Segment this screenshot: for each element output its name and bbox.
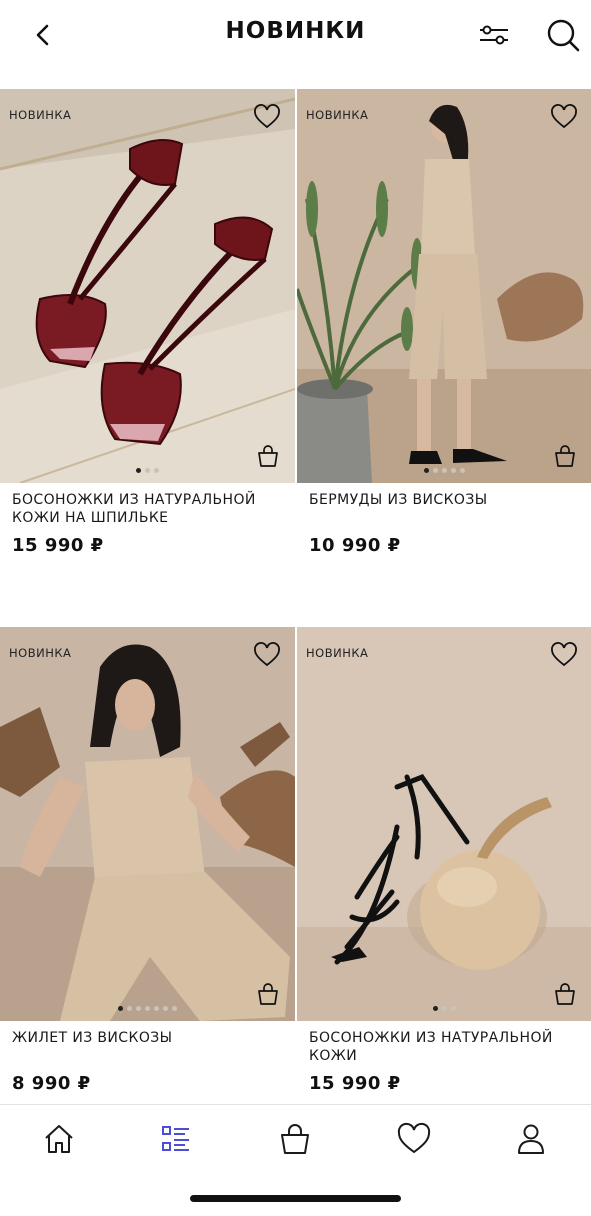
bermuda-photo	[297, 89, 591, 483]
carousel-dot	[154, 468, 159, 473]
carousel-dot	[136, 468, 141, 473]
image-carousel-dots	[297, 460, 591, 473]
product-price: 15 990 ₽	[12, 535, 104, 556]
product-price: 8 990 ₽	[12, 1073, 91, 1094]
heart-icon[interactable]	[550, 642, 578, 668]
carousel-dot	[442, 1006, 447, 1011]
product-price: 10 990 ₽	[309, 535, 401, 556]
carousel-dot	[433, 468, 438, 473]
profile-icon[interactable]	[513, 1121, 549, 1157]
sandals-photo	[0, 89, 295, 483]
image-carousel-dots	[0, 460, 295, 473]
heart-icon[interactable]	[253, 642, 281, 668]
add-to-bag-icon[interactable]	[255, 981, 281, 1007]
carousel-dot	[424, 468, 429, 473]
new-badge: НОВИНКА	[306, 646, 369, 660]
product-name[interactable]: БЕРМУДЫ ИЗ ВИСКОЗЫ	[309, 491, 580, 527]
image-carousel-dots	[297, 998, 591, 1011]
product-image[interactable]: НОВИНКА	[297, 89, 591, 483]
product-name[interactable]: БОСОНОЖКИ ИЗ НАТУРАЛЬНОЙ КОЖИ НА ШПИЛЬКЕ	[12, 491, 283, 527]
add-to-bag-icon[interactable]	[552, 443, 578, 469]
top-navigation-bar: НОВИНКИ	[0, 0, 591, 70]
catalog-icon[interactable]	[158, 1121, 194, 1157]
new-badge: НОВИНКА	[9, 646, 72, 660]
product-image[interactable]: НОВИНКА	[297, 627, 591, 1021]
carousel-dot	[451, 468, 456, 473]
carousel-dot	[442, 468, 447, 473]
home-icon[interactable]	[41, 1121, 77, 1157]
carousel-dot	[460, 468, 465, 473]
bag-icon[interactable]	[277, 1121, 313, 1157]
carousel-dot	[433, 1006, 438, 1011]
black-sandal-photo	[297, 627, 591, 1021]
product-image[interactable]: НОВИНКА	[0, 627, 295, 1021]
sliders-icon[interactable]	[476, 20, 512, 50]
carousel-dot	[145, 1006, 150, 1011]
heart-icon[interactable]	[396, 1121, 432, 1157]
image-carousel-dots	[0, 998, 295, 1011]
product-name[interactable]: ЖИЛЕТ ИЗ ВИСКОЗЫ	[12, 1029, 283, 1065]
carousel-dot	[154, 1006, 159, 1011]
home-indicator	[190, 1195, 401, 1202]
product-price: 15 990 ₽	[309, 1073, 401, 1094]
carousel-dot	[163, 1006, 168, 1011]
product-card[interactable]: НОВИНКА БОСОНОЖКИ ИЗ НАТУРАЛЬНОЙ КОЖИ 15…	[297, 627, 591, 1094]
heart-icon[interactable]	[253, 104, 281, 130]
product-name[interactable]: БОСОНОЖКИ ИЗ НАТУРАЛЬНОЙ КОЖИ	[309, 1029, 580, 1065]
new-badge: НОВИНКА	[9, 108, 72, 122]
product-card[interactable]: НОВИНКА ЖИЛЕТ ИЗ ВИСКОЗЫ 8 990 ₽	[0, 627, 295, 1094]
add-to-bag-icon[interactable]	[552, 981, 578, 1007]
new-badge: НОВИНКА	[306, 108, 369, 122]
carousel-dot	[172, 1006, 177, 1011]
product-image[interactable]: НОВИНКА	[0, 89, 295, 483]
carousel-dot	[136, 1006, 141, 1011]
add-to-bag-icon[interactable]	[255, 443, 281, 469]
carousel-dot	[127, 1006, 132, 1011]
product-card[interactable]: НОВИНКА БОСОНОЖКИ ИЗ НАТУРАЛЬНОЙ КОЖИ НА…	[0, 89, 295, 556]
search-icon[interactable]	[544, 16, 582, 54]
carousel-dot	[145, 468, 150, 473]
vest-photo	[0, 627, 295, 1021]
product-card[interactable]: НОВИНКА БЕРМУДЫ ИЗ ВИСКОЗЫ 10 990 ₽	[297, 89, 591, 556]
heart-icon[interactable]	[550, 104, 578, 130]
carousel-dot	[118, 1006, 123, 1011]
carousel-dot	[451, 1006, 456, 1011]
